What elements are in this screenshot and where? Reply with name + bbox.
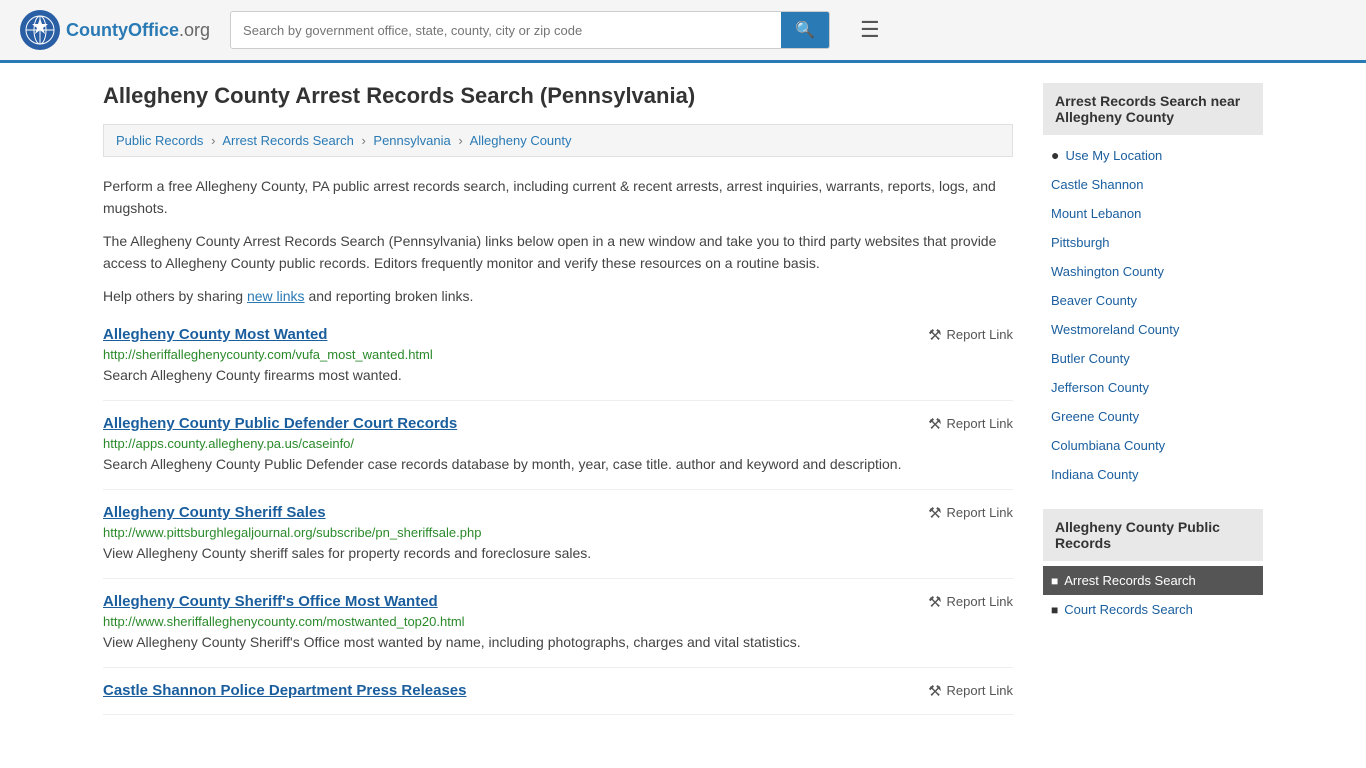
logo-text: CountyOffice.org [66,20,210,41]
breadcrumb-arrest-records[interactable]: Arrest Records Search [222,133,354,148]
sidebar-use-location[interactable]: ● Use My Location [1043,140,1263,170]
record-url[interactable]: http://apps.county.allegheny.pa.us/casei… [103,436,1013,451]
record-desc: View Allegheny County Sheriff's Office m… [103,632,1013,653]
sidebar-item-castle-shannon[interactable]: Castle Shannon [1043,170,1263,199]
sidebar-item-beaver-county[interactable]: Beaver County [1043,286,1263,315]
sidebar-item-butler-county[interactable]: Butler County [1043,344,1263,373]
menu-icon[interactable]: ☰ [860,17,880,43]
record-item: Allegheny County Public Defender Court R… [103,401,1013,490]
record-item: Allegheny County Most Wanted ⚒ Report Li… [103,312,1013,401]
report-link-button[interactable]: ⚒ Report Link [928,682,1013,700]
report-icon: ⚒ [928,415,941,433]
sidebar-item-westmoreland-county[interactable]: Westmoreland County [1043,315,1263,344]
sidebar-item-mount-lebanon[interactable]: Mount Lebanon [1043,199,1263,228]
breadcrumb-public-records[interactable]: Public Records [116,133,203,148]
record-item: Castle Shannon Police Department Press R… [103,668,1013,715]
sidebar-near-section: Arrest Records Search near Allegheny Cou… [1043,83,1263,489]
record-title[interactable]: Allegheny County Sheriff Sales [103,504,326,521]
record-title[interactable]: Allegheny County Most Wanted [103,326,327,343]
record-desc: Search Allegheny County Public Defender … [103,454,1013,475]
record-url[interactable]: http://www.pittsburghlegaljournal.org/su… [103,525,1013,540]
record-item: Allegheny County Sheriff's Office Most W… [103,579,1013,668]
search-button[interactable]: 🔍 [781,12,829,48]
record-item: Allegheny County Sheriff Sales ⚒ Report … [103,490,1013,579]
sidebar-item-columbiana-county[interactable]: Columbiana County [1043,431,1263,460]
location-icon: ● [1051,147,1059,163]
sidebar-item-pittsburgh[interactable]: Pittsburgh [1043,228,1263,257]
report-icon: ⚒ [928,504,941,522]
breadcrumb-pennsylvania[interactable]: Pennsylvania [373,133,450,148]
court-records-icon: ■ [1051,603,1058,617]
report-icon: ⚒ [928,326,941,344]
report-link-button[interactable]: ⚒ Report Link [928,504,1013,522]
report-icon: ⚒ [928,593,941,611]
record-desc: View Allegheny County sheriff sales for … [103,543,1013,564]
report-link-button[interactable]: ⚒ Report Link [928,326,1013,344]
record-url[interactable]: http://sheriffalleghenycounty.com/vufa_m… [103,347,1013,362]
record-desc: Search Allegheny County firearms most wa… [103,365,1013,386]
description-para3: Help others by sharing new links and rep… [103,285,1013,307]
report-link-button[interactable]: ⚒ Report Link [928,593,1013,611]
sidebar-pr-section: Allegheny County Public Records ■ Arrest… [1043,509,1263,624]
site-header: CountyOffice.org 🔍 ☰ [0,0,1366,63]
sidebar-pr-header: Allegheny County Public Records [1043,509,1263,561]
arrest-records-icon: ■ [1051,574,1058,588]
sidebar-item-jefferson-county[interactable]: Jefferson County [1043,373,1263,402]
record-title[interactable]: Allegheny County Sheriff's Office Most W… [103,593,438,610]
report-icon: ⚒ [928,682,941,700]
main-container: Allegheny County Arrest Records Search (… [83,63,1283,735]
sidebar-near-header: Arrest Records Search near Allegheny Cou… [1043,83,1263,135]
sidebar: Arrest Records Search near Allegheny Cou… [1043,83,1263,715]
sidebar-pr-arrest-records[interactable]: ■ Arrest Records Search [1043,566,1263,595]
use-my-location-link[interactable]: Use My Location [1065,148,1162,163]
page-title: Allegheny County Arrest Records Search (… [103,83,1013,109]
new-links-link[interactable]: new links [247,288,305,304]
records-list: Allegheny County Most Wanted ⚒ Report Li… [103,312,1013,715]
site-logo[interactable]: CountyOffice.org [20,10,210,50]
sidebar-pr-court-records[interactable]: ■ Court Records Search [1043,595,1263,624]
content-area: Allegheny County Arrest Records Search (… [103,83,1013,715]
report-link-button[interactable]: ⚒ Report Link [928,415,1013,433]
logo-icon [20,10,60,50]
description-para1: Perform a free Allegheny County, PA publ… [103,175,1013,220]
record-title[interactable]: Allegheny County Public Defender Court R… [103,415,457,432]
sidebar-item-indiana-county[interactable]: Indiana County [1043,460,1263,489]
search-input[interactable] [231,12,781,48]
breadcrumb: Public Records › Arrest Records Search ›… [103,124,1013,157]
record-title[interactable]: Castle Shannon Police Department Press R… [103,682,466,699]
sidebar-item-washington-county[interactable]: Washington County [1043,257,1263,286]
sidebar-item-greene-county[interactable]: Greene County [1043,402,1263,431]
record-url[interactable]: http://www.sheriffalleghenycounty.com/mo… [103,614,1013,629]
breadcrumb-allegheny[interactable]: Allegheny County [470,133,572,148]
description-para2: The Allegheny County Arrest Records Sear… [103,230,1013,275]
search-bar: 🔍 [230,11,830,49]
